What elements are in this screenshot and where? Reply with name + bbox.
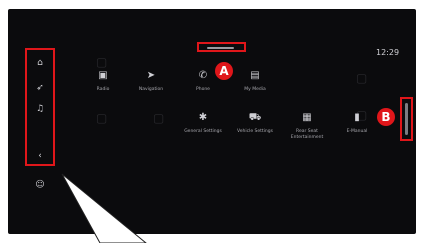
pointer-wedge: [61, 173, 147, 243]
callout-pointer: [61, 173, 147, 243]
